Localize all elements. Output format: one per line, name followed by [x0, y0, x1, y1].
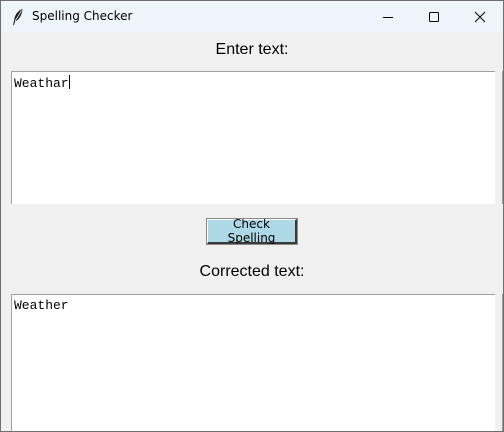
- close-icon: [474, 11, 486, 22]
- output-text: Weather: [14, 298, 69, 313]
- corrected-text-label: Corrected text:: [199, 263, 305, 280]
- title-bar[interactable]: Spelling Checker: [1, 1, 503, 32]
- minimize-button[interactable]: [365, 1, 411, 32]
- enter-text-label: Enter text:: [215, 41, 289, 58]
- input-textarea[interactable]: Weathar: [11, 71, 495, 204]
- input-text: Weathar: [14, 76, 69, 91]
- spelling-checker-window: Spelling Checker Enter text: Weathar Che…: [0, 0, 504, 432]
- output-textarea[interactable]: Weather: [11, 294, 495, 431]
- feather-icon: [11, 8, 25, 26]
- close-button[interactable]: [457, 1, 503, 32]
- minimize-icon: [383, 16, 393, 18]
- check-spelling-button[interactable]: Check Spelling: [206, 217, 298, 245]
- text-caret: [68, 75, 70, 89]
- maximize-button[interactable]: [411, 1, 457, 32]
- window-title: Spelling Checker: [32, 9, 133, 23]
- maximize-icon: [429, 11, 439, 22]
